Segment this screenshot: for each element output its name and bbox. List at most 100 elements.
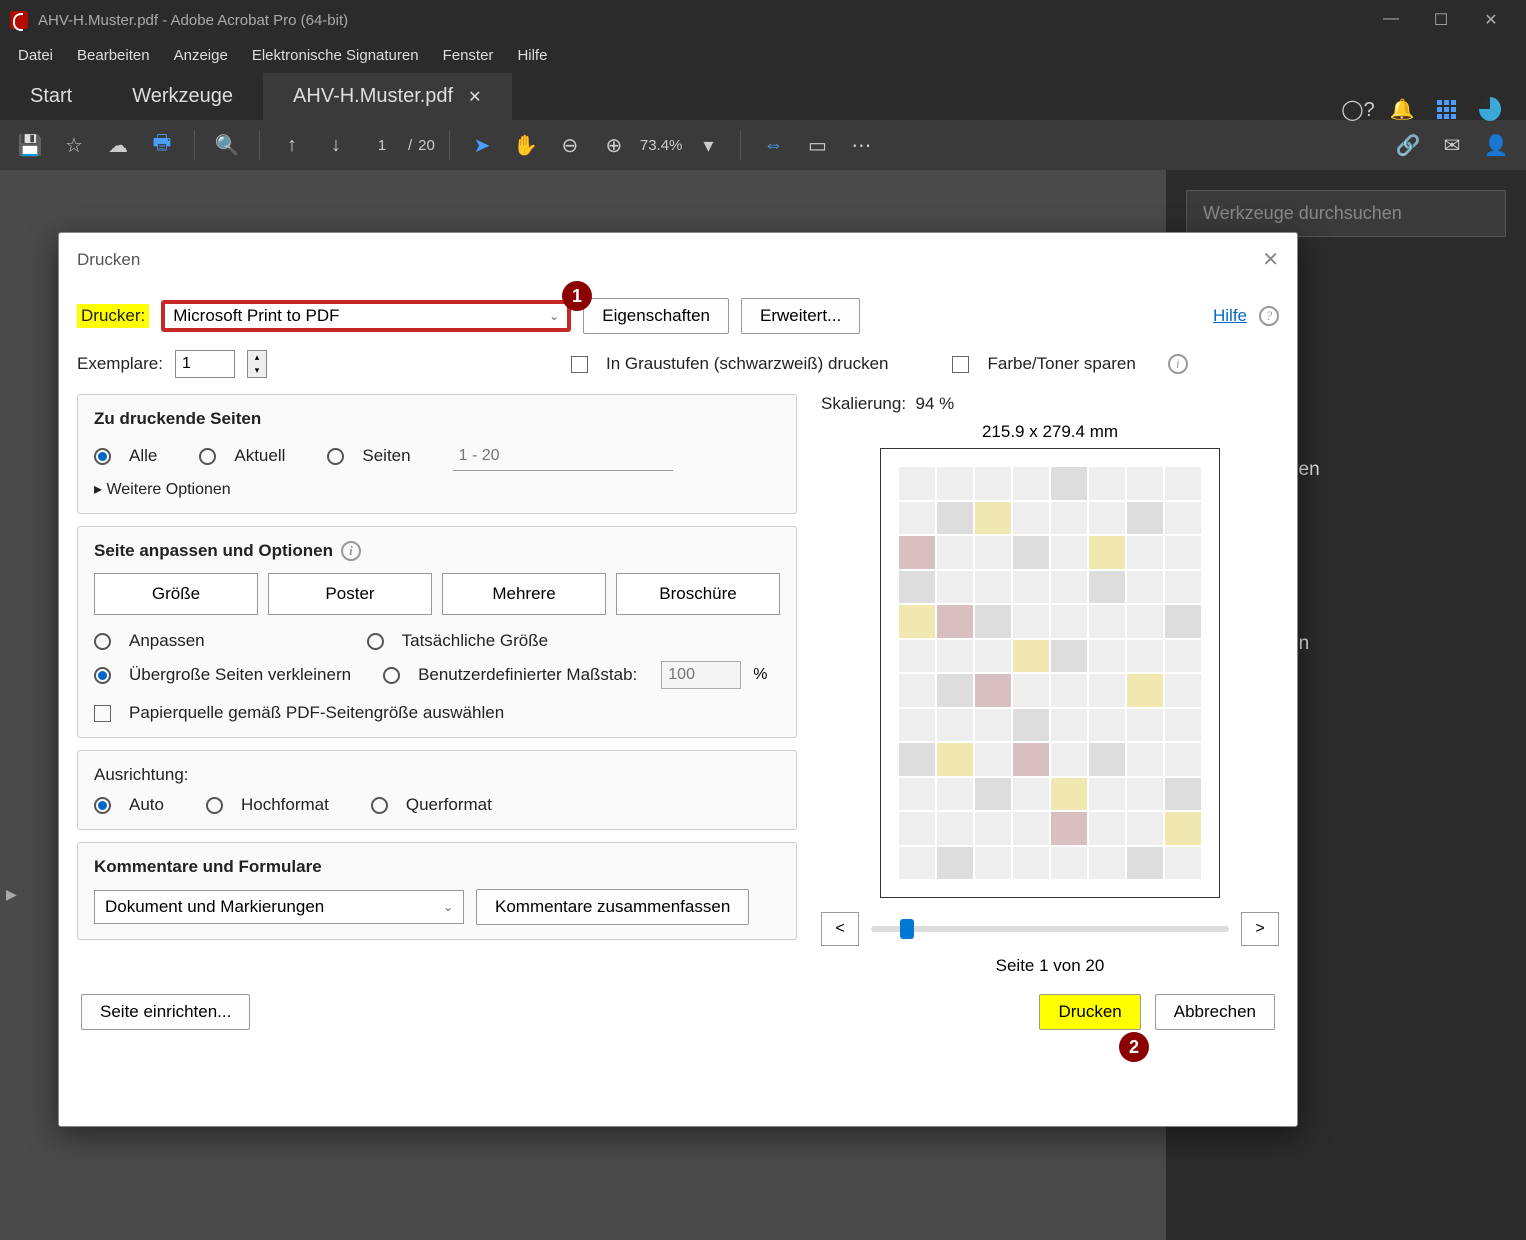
tools-search-input[interactable]: Werkzeuge durchsuchen [1186,190,1506,237]
window-title: AHV-H.Muster.pdf - Adobe Acrobat Pro (64… [38,12,348,29]
bell-icon[interactable]: 🔔 [1391,98,1413,120]
advanced-button[interactable]: Erweitert... [741,298,860,334]
zoom-dropdown-icon[interactable]: ▾ [690,127,726,163]
close-button[interactable]: ✕ [1481,10,1501,30]
selection-icon[interactable]: ➤ [464,127,500,163]
profile-icon[interactable] [1479,98,1501,120]
tab-start[interactable]: Start [0,73,102,120]
info-icon[interactable]: i [341,541,361,561]
menu-fenster[interactable]: Fenster [433,43,504,68]
slider-thumb[interactable] [900,919,914,939]
left-panel-handle[interactable]: ▶ [0,880,23,909]
preview-page-indicator: Seite 1 von 20 [821,956,1279,976]
paper-source-label: Papierquelle gemäß PDF-Seitengröße auswä… [129,703,504,723]
dialog-close-icon[interactable]: ✕ [1262,247,1279,272]
scale-label: Skalierung: [821,394,906,413]
minimize-button[interactable]: — [1381,10,1401,30]
menu-datei[interactable]: Datei [8,43,63,68]
fit-booklet-button[interactable]: Broschüre [616,573,780,615]
dialog-title: Drucken [77,250,140,270]
orient-auto-radio[interactable] [94,797,111,814]
print-button[interactable]: Drucken [1039,994,1140,1030]
toner-checkbox[interactable] [952,356,969,373]
paper-source-checkbox[interactable] [94,705,111,722]
printer-label: Drucker: [77,304,149,328]
copies-spinner[interactable]: ▴▾ [247,350,267,378]
zoom-out-find-icon[interactable]: 🔍 [209,127,245,163]
menu-signaturen[interactable]: Elektronische Signaturen [242,43,429,68]
pages-current-radio[interactable] [199,448,216,465]
print-icon[interactable]: 🖶 [144,127,180,163]
save-icon[interactable]: 💾 [12,127,48,163]
fit-multiple-button[interactable]: Mehrere [442,573,606,615]
apps-icon[interactable] [1435,98,1457,120]
annotation-badge-2: 2 [1119,1032,1149,1062]
menu-bearbeiten[interactable]: Bearbeiten [67,43,160,68]
orient-portrait-radio[interactable] [206,797,223,814]
grayscale-checkbox[interactable] [571,356,588,373]
printer-select[interactable]: Microsoft Print to PDF ⌄ [161,300,571,332]
menu-hilfe[interactable]: Hilfe [507,43,557,68]
fit-actual-radio[interactable] [367,633,384,650]
summarize-comments-button[interactable]: Kommentare zusammenfassen [476,889,749,925]
help-link[interactable]: Hilfe [1213,306,1247,326]
more-options-expand[interactable]: Weitere Optionen [94,479,780,499]
cancel-button[interactable]: Abbrechen [1155,994,1275,1030]
percent-label: % [753,666,767,684]
chevron-down-icon: ⌄ [549,309,559,323]
zoom-out-icon[interactable]: ⊖ [552,127,588,163]
menu-bar: Datei Bearbeiten Anzeige Elektronische S… [0,40,1526,70]
fit-width-icon[interactable]: ⇔ [755,127,791,163]
tab-document[interactable]: AHV-H.Muster.pdf✕ [263,73,511,120]
comments-select[interactable]: Dokument und Markierungen ⌄ [94,890,464,924]
read-mode-icon[interactable]: ▭ [799,127,835,163]
info-icon[interactable]: i [1168,354,1188,374]
help-icon[interactable]: ◯? [1347,98,1369,120]
fit-adapt-radio[interactable] [94,633,111,650]
print-preview [880,448,1220,898]
page-down-icon[interactable]: ↓ [318,127,354,163]
preview-slider[interactable] [871,926,1229,932]
pages-section-title: Zu druckende Seiten [94,409,780,429]
toolbar: 💾 ☆ ☁ 🖶 🔍 ↑ ↓ / 20 ➤ ✋ ⊖ ⊕ 73.4% ▾ ⇔ ▭ ⋯… [0,120,1526,170]
fit-poster-button[interactable]: Poster [268,573,432,615]
zoom-value: 73.4% [640,137,683,154]
tab-close-icon[interactable]: ✕ [468,89,481,106]
star-icon[interactable]: ☆ [56,127,92,163]
pages-all-radio[interactable] [94,448,111,465]
chevron-down-icon: ⌄ [443,900,453,914]
page-up-icon[interactable]: ↑ [274,127,310,163]
app-icon [10,11,28,29]
maximize-button[interactable]: ☐ [1431,10,1451,30]
comments-section-title: Kommentare und Formulare [94,857,780,877]
orientation-label: Ausrichtung: [94,765,780,785]
tab-werkzeuge[interactable]: Werkzeuge [102,73,263,120]
page-number-input[interactable] [362,137,402,154]
preview-prev-button[interactable]: < [821,912,859,946]
page-setup-button[interactable]: Seite einrichten... [81,994,250,1030]
scale-value: 94 % [916,394,955,413]
email-icon[interactable]: ✉ [1434,127,1470,163]
annotation-badge-1: 1 [562,281,592,311]
hand-icon[interactable]: ✋ [508,127,544,163]
pages-section: Zu druckende Seiten Alle Aktuell Seiten … [77,394,797,514]
zoom-in-icon[interactable]: ⊕ [596,127,632,163]
link-icon[interactable]: 🔗 [1390,127,1426,163]
preview-next-button[interactable]: > [1241,912,1279,946]
menu-anzeige[interactable]: Anzeige [164,43,238,68]
copies-label: Exemplare: [77,354,163,374]
copies-input[interactable] [175,350,235,378]
fit-custom-radio[interactable] [383,667,400,684]
add-user-icon[interactable]: 👤 [1478,127,1514,163]
fit-shrink-radio[interactable] [94,667,111,684]
fit-size-button[interactable]: Größe [94,573,258,615]
custom-scale-input[interactable] [661,661,741,689]
orient-landscape-radio[interactable] [371,797,388,814]
more-icon[interactable]: ⋯ [843,127,879,163]
cloud-icon[interactable]: ☁ [100,127,136,163]
properties-button[interactable]: Eigenschaften [583,298,729,334]
info-icon[interactable]: ? [1259,306,1279,326]
preview-dimensions: 215.9 x 279.4 mm [821,422,1279,442]
pages-range-input[interactable] [453,441,673,471]
pages-range-radio[interactable] [327,448,344,465]
